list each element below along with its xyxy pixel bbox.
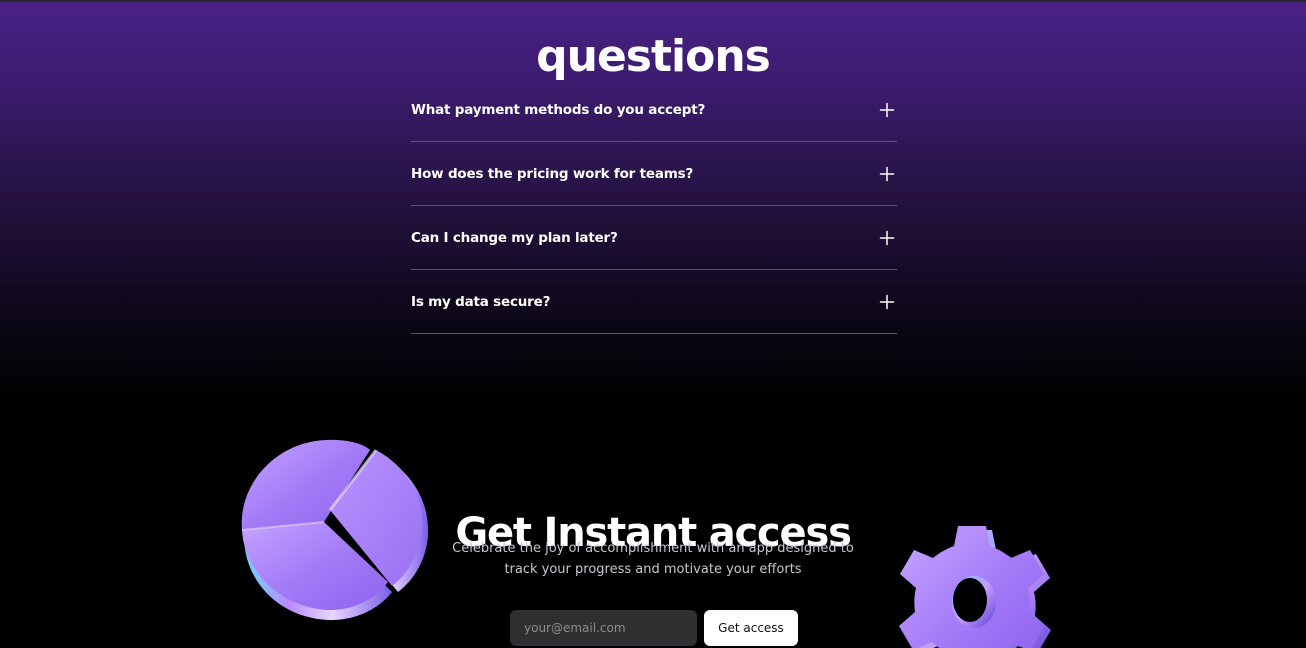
faq-item-team-pricing[interactable]: How does the pricing work for teams? — [411, 142, 897, 206]
plus-icon[interactable] — [877, 228, 897, 248]
get-access-button[interactable]: Get access — [704, 610, 798, 646]
faq-question: Can I change my plan later? — [411, 229, 618, 246]
faq-item-change-plan[interactable]: Can I change my plan later? — [411, 206, 897, 270]
faq-question: Is my data secure? — [411, 293, 551, 310]
faq-question: How does the pricing work for teams? — [411, 165, 694, 182]
faq-item-payment-methods[interactable]: What payment methods do you accept? — [411, 78, 897, 142]
plus-icon[interactable] — [877, 164, 897, 184]
email-input[interactable] — [510, 610, 697, 646]
faq-title: questions — [536, 30, 771, 82]
faq-question: What payment methods do you accept? — [411, 101, 706, 118]
faq-list: What payment methods do you accept? How … — [411, 78, 897, 334]
faq-item-data-security[interactable]: Is my data secure? — [411, 270, 897, 334]
plus-icon[interactable] — [877, 100, 897, 120]
plus-icon[interactable] — [877, 292, 897, 312]
cta-description: Celebrate the joy of accomplishment with… — [452, 541, 854, 577]
gear-3d-illustration — [899, 526, 1051, 648]
faq-section: questions What payment methods do you ac… — [0, 2, 1306, 402]
